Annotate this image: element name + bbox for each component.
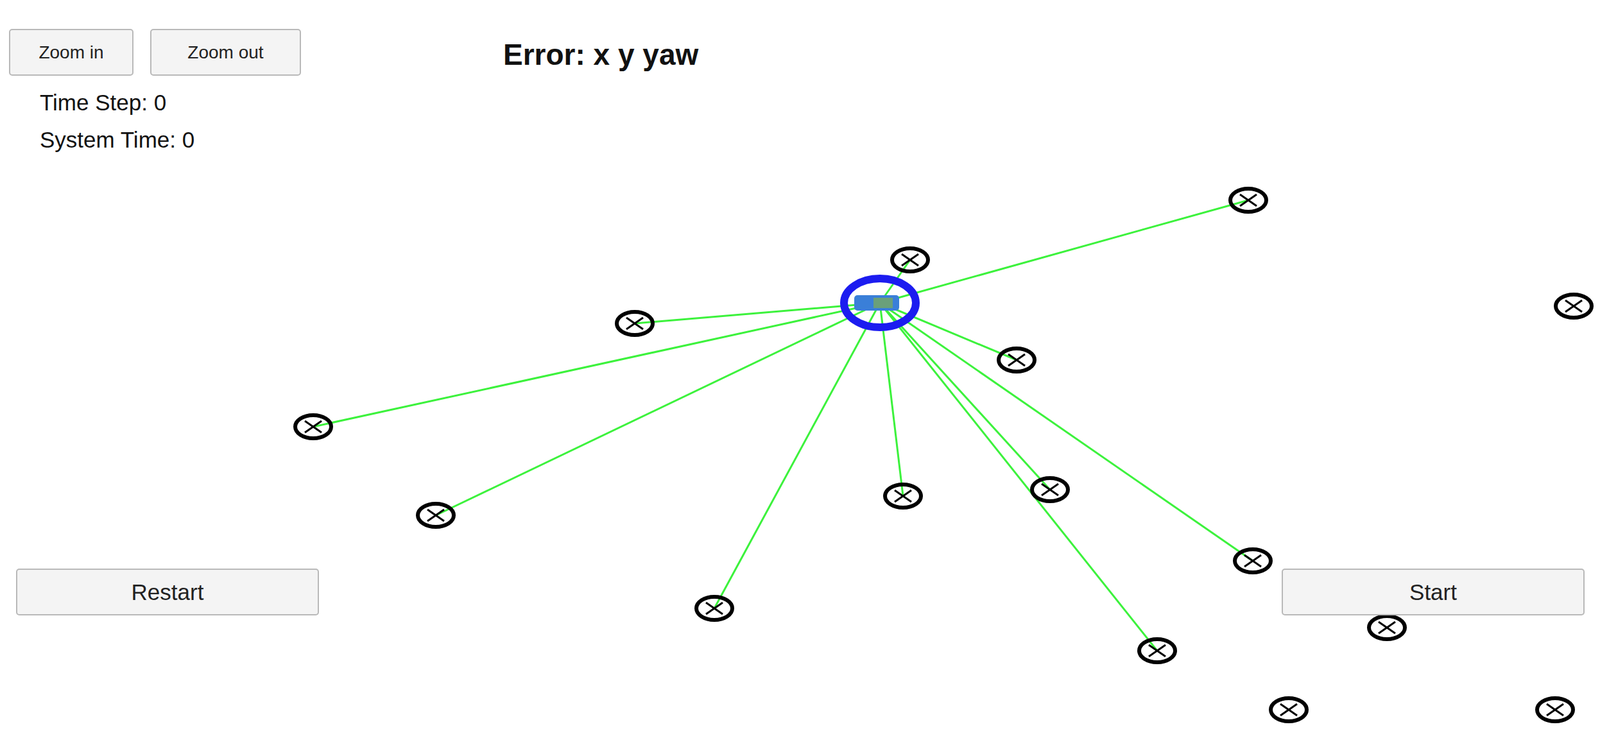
observation-line (313, 302, 880, 427)
zoom-button[interactable]: Zoom in (8, 28, 134, 76)
observation-line (879, 302, 1158, 651)
top-left-panel: Zoom in Zoom out Time Step: 0 System Time: … (8, 28, 302, 153)
landmark-icon (1270, 698, 1307, 722)
control-button[interactable]: Start (1281, 568, 1585, 616)
error-title: Error: x y yaw (503, 37, 699, 72)
landmark-icon (998, 348, 1035, 372)
control-bar: Restart Start (16, 568, 1585, 616)
observation-line (879, 302, 1050, 490)
landmark-icon (1032, 478, 1068, 502)
observation-line (879, 302, 1253, 561)
control-button[interactable]: Restart (16, 568, 319, 616)
car-icon (843, 278, 916, 328)
landmark-icon (1139, 639, 1176, 663)
landmark-icon (696, 596, 733, 620)
observation-line (879, 200, 1249, 303)
observation-line (879, 302, 904, 497)
landmark-icon (417, 503, 454, 527)
map-canvas (0, 0, 1600, 729)
landmark-icon (1368, 616, 1405, 640)
status-text: Time Step: 0 (39, 89, 302, 116)
landmark-icon (892, 248, 929, 272)
observation-line (714, 302, 880, 609)
status-list: Time Step: 0 System Time: 0 (8, 89, 302, 153)
landmark-icon (885, 484, 921, 508)
landmark-icon (1230, 188, 1267, 212)
zoom-button[interactable]: Zoom out (150, 28, 302, 76)
landmark-icon (1555, 294, 1592, 318)
status-text: System Time: 0 (39, 127, 302, 153)
zoom-toolbar: Zoom in Zoom out (8, 28, 302, 76)
landmark-icon (616, 311, 653, 336)
observation-line (435, 302, 880, 516)
landmark-icon (1234, 549, 1271, 573)
simulator-screen: Zoom in Zoom out Time Step: 0 System Time: … (0, 0, 1600, 729)
landmark-icon (1537, 698, 1574, 722)
observation-line (879, 302, 1017, 361)
landmark-icon (295, 415, 332, 439)
